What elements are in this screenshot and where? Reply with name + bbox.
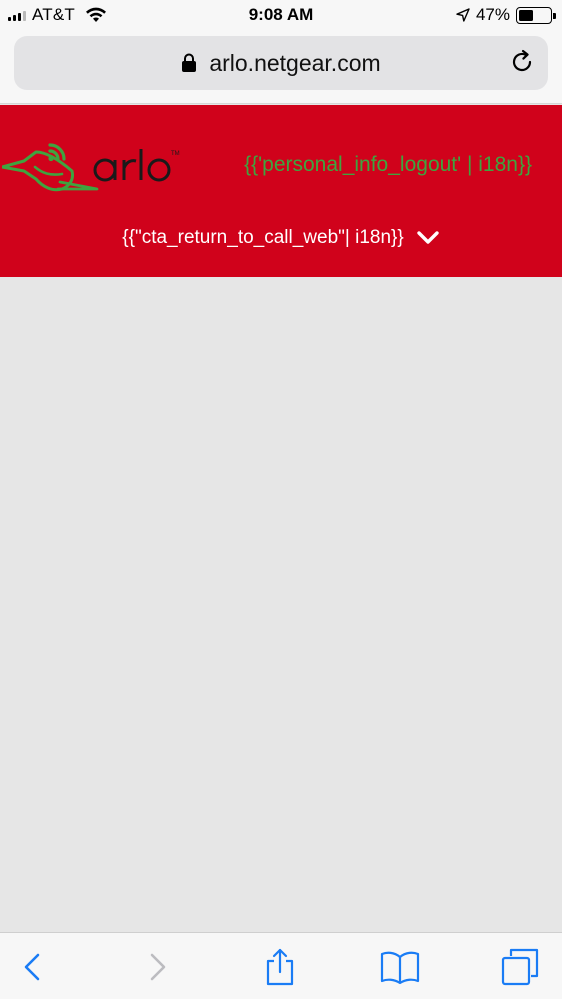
- reload-icon[interactable]: [510, 49, 536, 75]
- address-bar[interactable]: arlo.netgear.com: [14, 36, 548, 90]
- url-text: arlo.netgear.com: [209, 49, 381, 76]
- status-right: 47%: [456, 5, 556, 25]
- back-button[interactable]: [10, 945, 54, 989]
- bookmarks-icon: [380, 951, 420, 985]
- bookmarks-button[interactable]: [378, 945, 422, 989]
- share-button[interactable]: [258, 945, 302, 989]
- battery-fill: [519, 9, 533, 21]
- return-to-call-dropdown[interactable]: {{"cta_return_to_call_web"| i18n}}: [0, 227, 562, 249]
- main-content: [0, 277, 562, 932]
- status-bar: AT&T 9:08 AM 47%: [0, 0, 562, 32]
- forward-icon: [150, 953, 166, 981]
- battery-cap: [553, 12, 556, 19]
- share-icon: [266, 948, 294, 986]
- tabs-button[interactable]: [498, 945, 542, 989]
- location-arrow-icon: [456, 8, 470, 22]
- return-to-call-inner: {{"cta_return_to_call_web"| i18n}}: [122, 227, 439, 249]
- back-icon: [24, 953, 40, 981]
- return-to-call-label: {{"cta_return_to_call_web"| i18n}}: [122, 227, 404, 248]
- tabs-icon: [501, 948, 539, 986]
- address-bar-area: arlo.netgear.com: [0, 32, 562, 104]
- browser-toolbar: [0, 932, 562, 999]
- logout-link[interactable]: {{'personal_info_logout' | i18n}}: [244, 153, 532, 177]
- battery-percent: 47%: [475, 5, 510, 24]
- chevron-down-icon: [417, 231, 439, 244]
- battery-icon: [516, 6, 556, 24]
- arlo-logo[interactable]: TM: [2, 139, 188, 199]
- svg-text:TM: TM: [171, 151, 180, 157]
- forward-button[interactable]: [136, 945, 180, 989]
- lock-icon: [182, 53, 197, 72]
- site-header: TM {{'personal_info_logout' | i18n}} {{"…: [0, 105, 562, 277]
